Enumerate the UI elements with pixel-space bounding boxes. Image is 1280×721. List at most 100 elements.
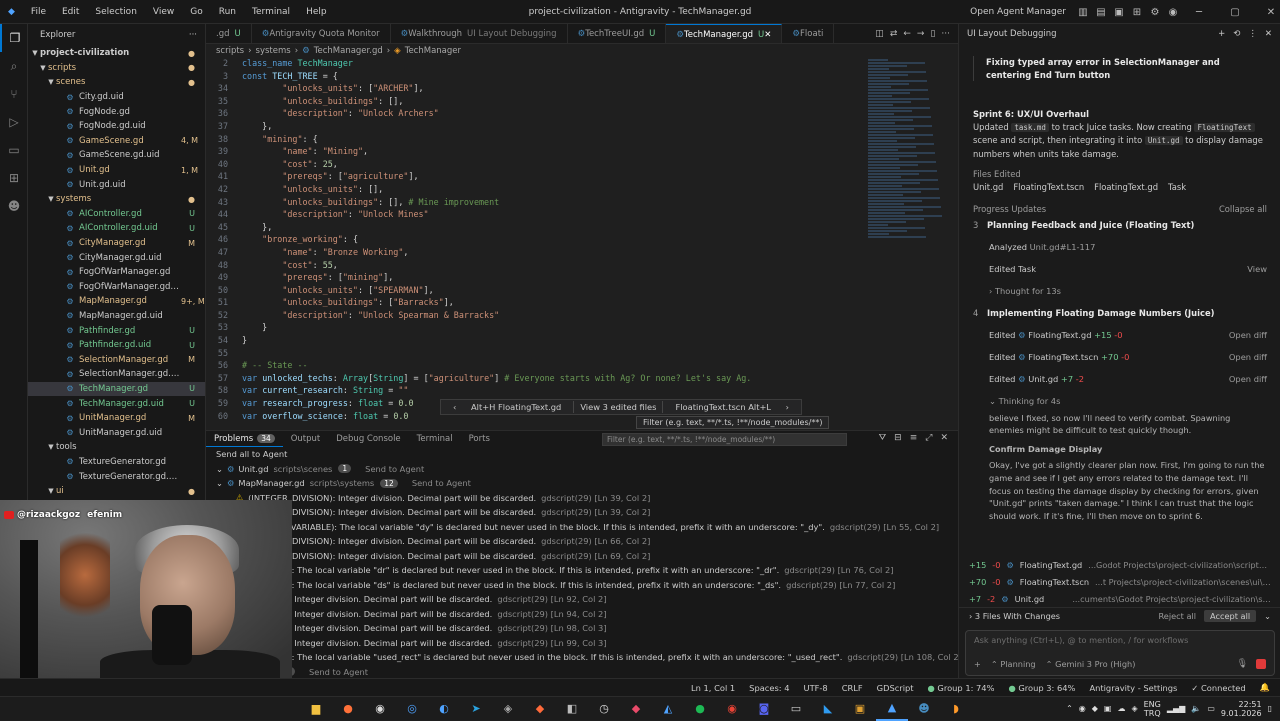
tree-file[interactable]: ⚙ TechManager.gd.uid U (28, 396, 205, 411)
antigravity-settings[interactable]: Antigravity - Settings (1089, 683, 1177, 693)
file-chip[interactable]: FloatingText (1194, 122, 1255, 132)
tree-file[interactable]: ⚙ TextureGenerator.gd.uid (28, 469, 205, 484)
volume-icon[interactable]: 🔈 (1191, 704, 1201, 713)
history-icon[interactable]: ⟲ (1233, 29, 1240, 39)
tree-file[interactable]: ⚙ City.gd.uid (28, 90, 205, 105)
menu-selection[interactable]: Selection (87, 0, 144, 24)
collapse-all-icon[interactable]: ⊟ (894, 433, 902, 443)
send-to-agent-button[interactable]: Send to Agent (412, 478, 471, 488)
close-tab-icon[interactable]: ✕ (764, 30, 771, 40)
problem-file-group[interactable]: ⌄ ⚙ MapManager.gd scripts\systems 12 Send to … (206, 476, 958, 491)
quota-group-1[interactable]: ● Group 1: 74% (928, 683, 995, 693)
tree-file[interactable]: ⚙ MapManager.gd.uid (28, 309, 205, 324)
microphone-icon[interactable]: 🎙 (1237, 659, 1248, 669)
problem-row[interactable]: ⚠DIVISION): Integer division. Decimal pa… (206, 607, 958, 622)
close-window-icon[interactable]: ✕ (1262, 3, 1280, 21)
menu-edit[interactable]: Edit (54, 0, 87, 24)
godot-icon[interactable]: ☻ (908, 697, 940, 721)
maximize-icon[interactable]: ▢ (1226, 3, 1244, 21)
terminal-icon[interactable]: ▭ (780, 697, 812, 721)
file-link[interactable]: Task (1018, 264, 1036, 274)
tree-file[interactable]: ⚙ Pathfinder.gd.uid U (28, 338, 205, 353)
tray-app-icon[interactable]: ◉ (1079, 704, 1086, 713)
battery-icon[interactable]: ▭ (1207, 704, 1215, 713)
changed-file-row[interactable]: +70 -0 ⚙ FloatingText.tscn ...t Projects\pro… (959, 573, 1280, 590)
explorer-icon[interactable]: ❐ (0, 24, 28, 52)
maximize-panel-icon[interactable]: ⤢ (925, 433, 932, 443)
problem-file-group[interactable]: ⌄ ⚙ Unit.gd scripts\scenes 1 Send to Agent (206, 462, 958, 477)
breadcrumb-file[interactable]: TechManager.gd (314, 46, 383, 56)
send-all-to-agent-button[interactable]: Send all to Agent (206, 447, 958, 462)
open-diff-button[interactable]: Open diff (1229, 330, 1267, 340)
end-of-line[interactable]: CRLF (842, 683, 863, 693)
tree-file[interactable]: ⚙ AIController.gd U (28, 207, 205, 222)
file-link[interactable]: Unit.gd (1028, 374, 1058, 384)
open-changes-icon[interactable]: ⇄ (890, 29, 898, 39)
customize-layout-icon[interactable]: ⊞ (1128, 3, 1146, 21)
problem-row[interactable]: ⚠VARIABLE): The local variable "ds" is d… (206, 578, 958, 593)
tree-file[interactable]: ⚙ TextureGenerator.gd (28, 455, 205, 470)
problems-filter-input[interactable]: Filter (e.g. text, **/*.ts, !**/node_mod… (602, 433, 847, 446)
notification-center-icon[interactable]: ▯ (1268, 704, 1272, 713)
add-context-icon[interactable]: + (974, 659, 981, 669)
editor-tab[interactable]: ⚙ Antigravity Quota Monitor (252, 24, 391, 43)
run-debug-icon[interactable]: ▷ (0, 108, 28, 136)
file-link[interactable]: FloatingText.gd (1028, 330, 1091, 340)
editor-tab[interactable]: ⚙ Walkthrough UI Layout Debugging (391, 24, 568, 43)
menu-file[interactable]: File (23, 0, 54, 24)
changes-menu-icon[interactable]: ⌄ (1264, 611, 1271, 621)
problem-row[interactable]: ⚠(UNUSED_VARIABLE): The local variable "… (206, 520, 958, 535)
collapse-all-button[interactable]: Collapse all (1219, 204, 1267, 214)
tree-file[interactable]: ⚙ FogNode.gd.uid (28, 119, 205, 134)
edited-file-floatingtext-tscn[interactable]: FloatingText.tscn (1013, 181, 1084, 194)
edited-file-unit[interactable]: Unit.gd (973, 181, 1003, 194)
app-icon[interactable]: ◗ (940, 697, 972, 721)
reject-all-button[interactable]: Reject all (1158, 611, 1196, 621)
problem-file-group[interactable]: ⌄⚙scripts\ui1Send to Agent (206, 665, 958, 680)
clock[interactable]: 22:51 9.01.2026 (1221, 700, 1262, 718)
file-link[interactable]: Unit.gd#L1-117 (1030, 242, 1096, 252)
tray-app-icon[interactable]: ☁ (1117, 704, 1125, 713)
app-icon[interactable]: ▣ (844, 697, 876, 721)
more-actions-icon[interactable]: ··· (189, 30, 197, 40)
encoding[interactable]: UTF-8 (804, 683, 828, 693)
changed-file-row[interactable]: +15 -0 ⚙ FloatingText.gd ...Godot Projects\p… (959, 556, 1280, 573)
tray-app-icon[interactable]: ◆ (1092, 704, 1098, 713)
github-icon[interactable]: ◉ (364, 697, 396, 721)
tree-file[interactable]: ⚙ UnitManager.gd.uid (28, 425, 205, 440)
firefox-icon[interactable]: ● (332, 697, 364, 721)
tray-chevron-icon[interactable]: ⌃ (1066, 704, 1073, 713)
tree-file[interactable]: ⚙ Unit.gd.uid (28, 177, 205, 192)
menu-run[interactable]: Run (211, 0, 244, 24)
tree-file[interactable]: ⚙ GameScene.gd 4, M (28, 134, 205, 149)
mode-select[interactable]: ⌃ Planning (991, 659, 1036, 669)
view-button[interactable]: View (1247, 264, 1267, 274)
next-file-button[interactable]: FloatingText.tscn Alt+L › (663, 402, 801, 412)
tree-file[interactable]: ⚙ Unit.gd 1, M (28, 163, 205, 178)
clock-app-icon[interactable]: ◷ (588, 697, 620, 721)
tree-file[interactable]: ⚙ UnitManager.gd M (28, 411, 205, 426)
agent-more-icon[interactable]: ⋮ (1248, 29, 1257, 39)
open-diff-button[interactable]: Open diff (1229, 352, 1267, 362)
problem-row[interactable]: ⚠DIVISION): Integer division. Decimal pa… (206, 592, 958, 607)
tree-folder[interactable]: ▼ scenes ● (28, 75, 205, 90)
tray-app-icon[interactable]: ◈ (1131, 704, 1137, 713)
indentation[interactable]: Spaces: 4 (749, 683, 789, 693)
menu-view[interactable]: View (145, 0, 182, 24)
file-link[interactable]: FloatingText.tscn (1028, 352, 1098, 362)
file-explorer-icon[interactable]: ▆ (300, 697, 332, 721)
spotify-icon[interactable]: ● (684, 697, 716, 721)
accept-all-button[interactable]: Accept all (1204, 610, 1257, 622)
thinking-toggle[interactable]: ⌄ Thinking for 4s (959, 390, 1280, 412)
model-select[interactable]: ⌃ Gemini 3 Pro (High) (1046, 659, 1136, 669)
tree-folder[interactable]: ▼ scripts ● (28, 61, 205, 76)
problem-row[interactable]: ⚠DIVISION): Integer division. Decimal pa… (206, 621, 958, 636)
tab-debug-console[interactable]: Debug Console (328, 431, 408, 447)
app-logo-icon[interactable]: ◆ (0, 0, 23, 24)
menu-go[interactable]: Go (182, 0, 210, 24)
file-chip[interactable]: task.md (1011, 122, 1049, 132)
minimize-icon[interactable]: ─ (1190, 3, 1208, 21)
language-mode[interactable]: GDScript (877, 683, 914, 693)
go-forward-icon[interactable]: → (917, 29, 925, 39)
open-agent-manager-button[interactable]: Open Agent Manager (970, 7, 1066, 17)
